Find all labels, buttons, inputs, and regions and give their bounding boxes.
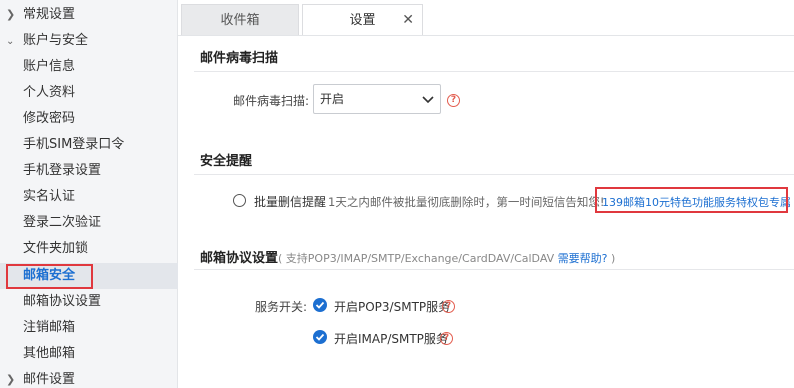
promo-link[interactable]: 139邮箱10元特色功能服务特权包专属 bbox=[602, 194, 791, 210]
sidebar-item-label: 文件夹加锁 bbox=[23, 241, 89, 256]
tab-label: 设置 bbox=[349, 13, 376, 28]
sidebar-item-account-info[interactable]: 账户信息 bbox=[0, 54, 178, 80]
batch-delete-alert-radio[interactable] bbox=[233, 194, 246, 207]
sidebar-item-change-password[interactable]: 修改密码 bbox=[0, 106, 178, 132]
chevron-right-icon: ❯ bbox=[6, 373, 16, 386]
divider bbox=[194, 174, 794, 175]
help-link[interactable]: 需要帮助? bbox=[558, 252, 608, 265]
sidebar-item-label: 实名认证 bbox=[23, 189, 76, 204]
help-icon[interactable]: ? bbox=[440, 332, 453, 345]
protocol-title-text: 邮箱协议设置 bbox=[200, 251, 279, 266]
sidebar-item-real-name[interactable]: 实名认证 bbox=[0, 184, 178, 210]
sidebar-item-sim-login-code[interactable]: 手机SIM登录口令 bbox=[0, 132, 178, 158]
checkmark-icon bbox=[315, 301, 325, 309]
pop3-smtp-checkbox[interactable] bbox=[313, 298, 327, 312]
divider bbox=[194, 269, 794, 270]
service-switch-label: 服务开关: bbox=[255, 300, 308, 314]
batch-delete-alert-label: 批量删信提醒 bbox=[254, 195, 327, 209]
sidebar-item-label: 登录二次验证 bbox=[23, 215, 102, 230]
sidebar-item-label: 邮件设置 bbox=[23, 372, 76, 387]
virus-scan-value: 开启 bbox=[320, 92, 345, 106]
sidebar-item-label: 其他邮箱 bbox=[23, 346, 76, 361]
section-title-virus-scan: 邮件病毒扫描 bbox=[200, 51, 279, 66]
chevron-right-icon: ❯ bbox=[6, 8, 16, 21]
sidebar-item-label: 手机SIM登录口令 bbox=[23, 137, 125, 152]
divider bbox=[194, 71, 794, 72]
settings-content: 邮件病毒扫描 邮件病毒扫描: 开启 ? 安全提醒 批量删信提醒 1天之内邮件被批… bbox=[178, 36, 794, 388]
section-title-protocol: 邮箱协议设置( 支持POP3/IMAP/SMTP/Exchange/CardDA… bbox=[200, 247, 615, 266]
tab-label: 收件箱 bbox=[220, 13, 260, 28]
imap-smtp-label: 开启IMAP/SMTP服务 bbox=[334, 332, 448, 346]
checkmark-icon bbox=[315, 333, 325, 341]
tab-settings[interactable]: 设置 ✕ bbox=[302, 4, 423, 35]
sidebar-item-cancel-mailbox[interactable]: 注销邮箱 bbox=[0, 315, 178, 341]
settings-sidebar: ❯ 常规设置 ⌄ 账户与安全 账户信息 个人资料 修改密码 手机SIM登录口令 手机… bbox=[0, 0, 178, 388]
tab-inbox[interactable]: 收件箱 bbox=[181, 4, 299, 35]
sidebar-item-label: 邮箱安全 bbox=[23, 268, 76, 283]
sidebar-item-mail-settings[interactable]: ❯ 邮件设置 bbox=[0, 367, 178, 388]
help-icon[interactable]: ? bbox=[447, 94, 460, 107]
sidebar-item-label: 常规设置 bbox=[23, 7, 76, 22]
sidebar-item-protocol-settings[interactable]: 邮箱协议设置 bbox=[0, 289, 178, 315]
batch-delete-alert-description: 1天之内邮件被批量彻底删除时，第一时间短信告知您! bbox=[328, 195, 605, 209]
sidebar-item-general[interactable]: ❯ 常规设置 bbox=[0, 2, 178, 28]
section-title-security-alert: 安全提醒 bbox=[200, 154, 253, 169]
sidebar-item-account-security[interactable]: ⌄ 账户与安全 bbox=[0, 28, 178, 54]
sidebar-item-mailbox-security[interactable]: 邮箱安全 bbox=[0, 263, 178, 289]
sidebar-item-other-mailbox[interactable]: 其他邮箱 bbox=[0, 341, 178, 367]
chevron-down-icon: ⌄ bbox=[6, 36, 15, 47]
imap-smtp-checkbox[interactable] bbox=[313, 330, 327, 344]
sidebar-item-label: 邮箱协议设置 bbox=[23, 294, 102, 309]
protocol-note-suffix: ) bbox=[607, 252, 616, 265]
sidebar-item-profile[interactable]: 个人资料 bbox=[0, 80, 178, 106]
sidebar-item-label: 账户与安全 bbox=[23, 33, 89, 48]
sidebar-item-label: 个人资料 bbox=[23, 85, 76, 100]
sidebar-item-label: 注销邮箱 bbox=[23, 320, 76, 335]
pop3-smtp-label: 开启POP3/SMTP服务 bbox=[334, 300, 451, 314]
protocol-note: ( 支持POP3/IMAP/SMTP/Exchange/CardDAV/CalD… bbox=[278, 252, 615, 265]
sidebar-item-two-step[interactable]: 登录二次验证 bbox=[0, 210, 178, 236]
sidebar-item-phone-login[interactable]: 手机登录设置 bbox=[0, 158, 178, 184]
virus-scan-select[interactable]: 开启 bbox=[313, 84, 441, 114]
sidebar-item-label: 手机登录设置 bbox=[23, 163, 102, 178]
sidebar-item-label: 修改密码 bbox=[23, 111, 76, 126]
protocol-note-prefix: ( 支持POP3/IMAP/SMTP/Exchange/CardDAV/CalD… bbox=[278, 252, 558, 265]
tab-bar: 收件箱 设置 ✕ bbox=[178, 0, 794, 35]
sidebar-item-folder-lock[interactable]: 文件夹加锁 bbox=[0, 236, 178, 262]
chevron-down-icon bbox=[422, 96, 434, 104]
close-icon[interactable]: ✕ bbox=[402, 5, 414, 36]
help-icon[interactable]: ? bbox=[442, 300, 455, 313]
sidebar-item-label: 账户信息 bbox=[23, 59, 76, 74]
virus-scan-label: 邮件病毒扫描: bbox=[233, 94, 310, 108]
